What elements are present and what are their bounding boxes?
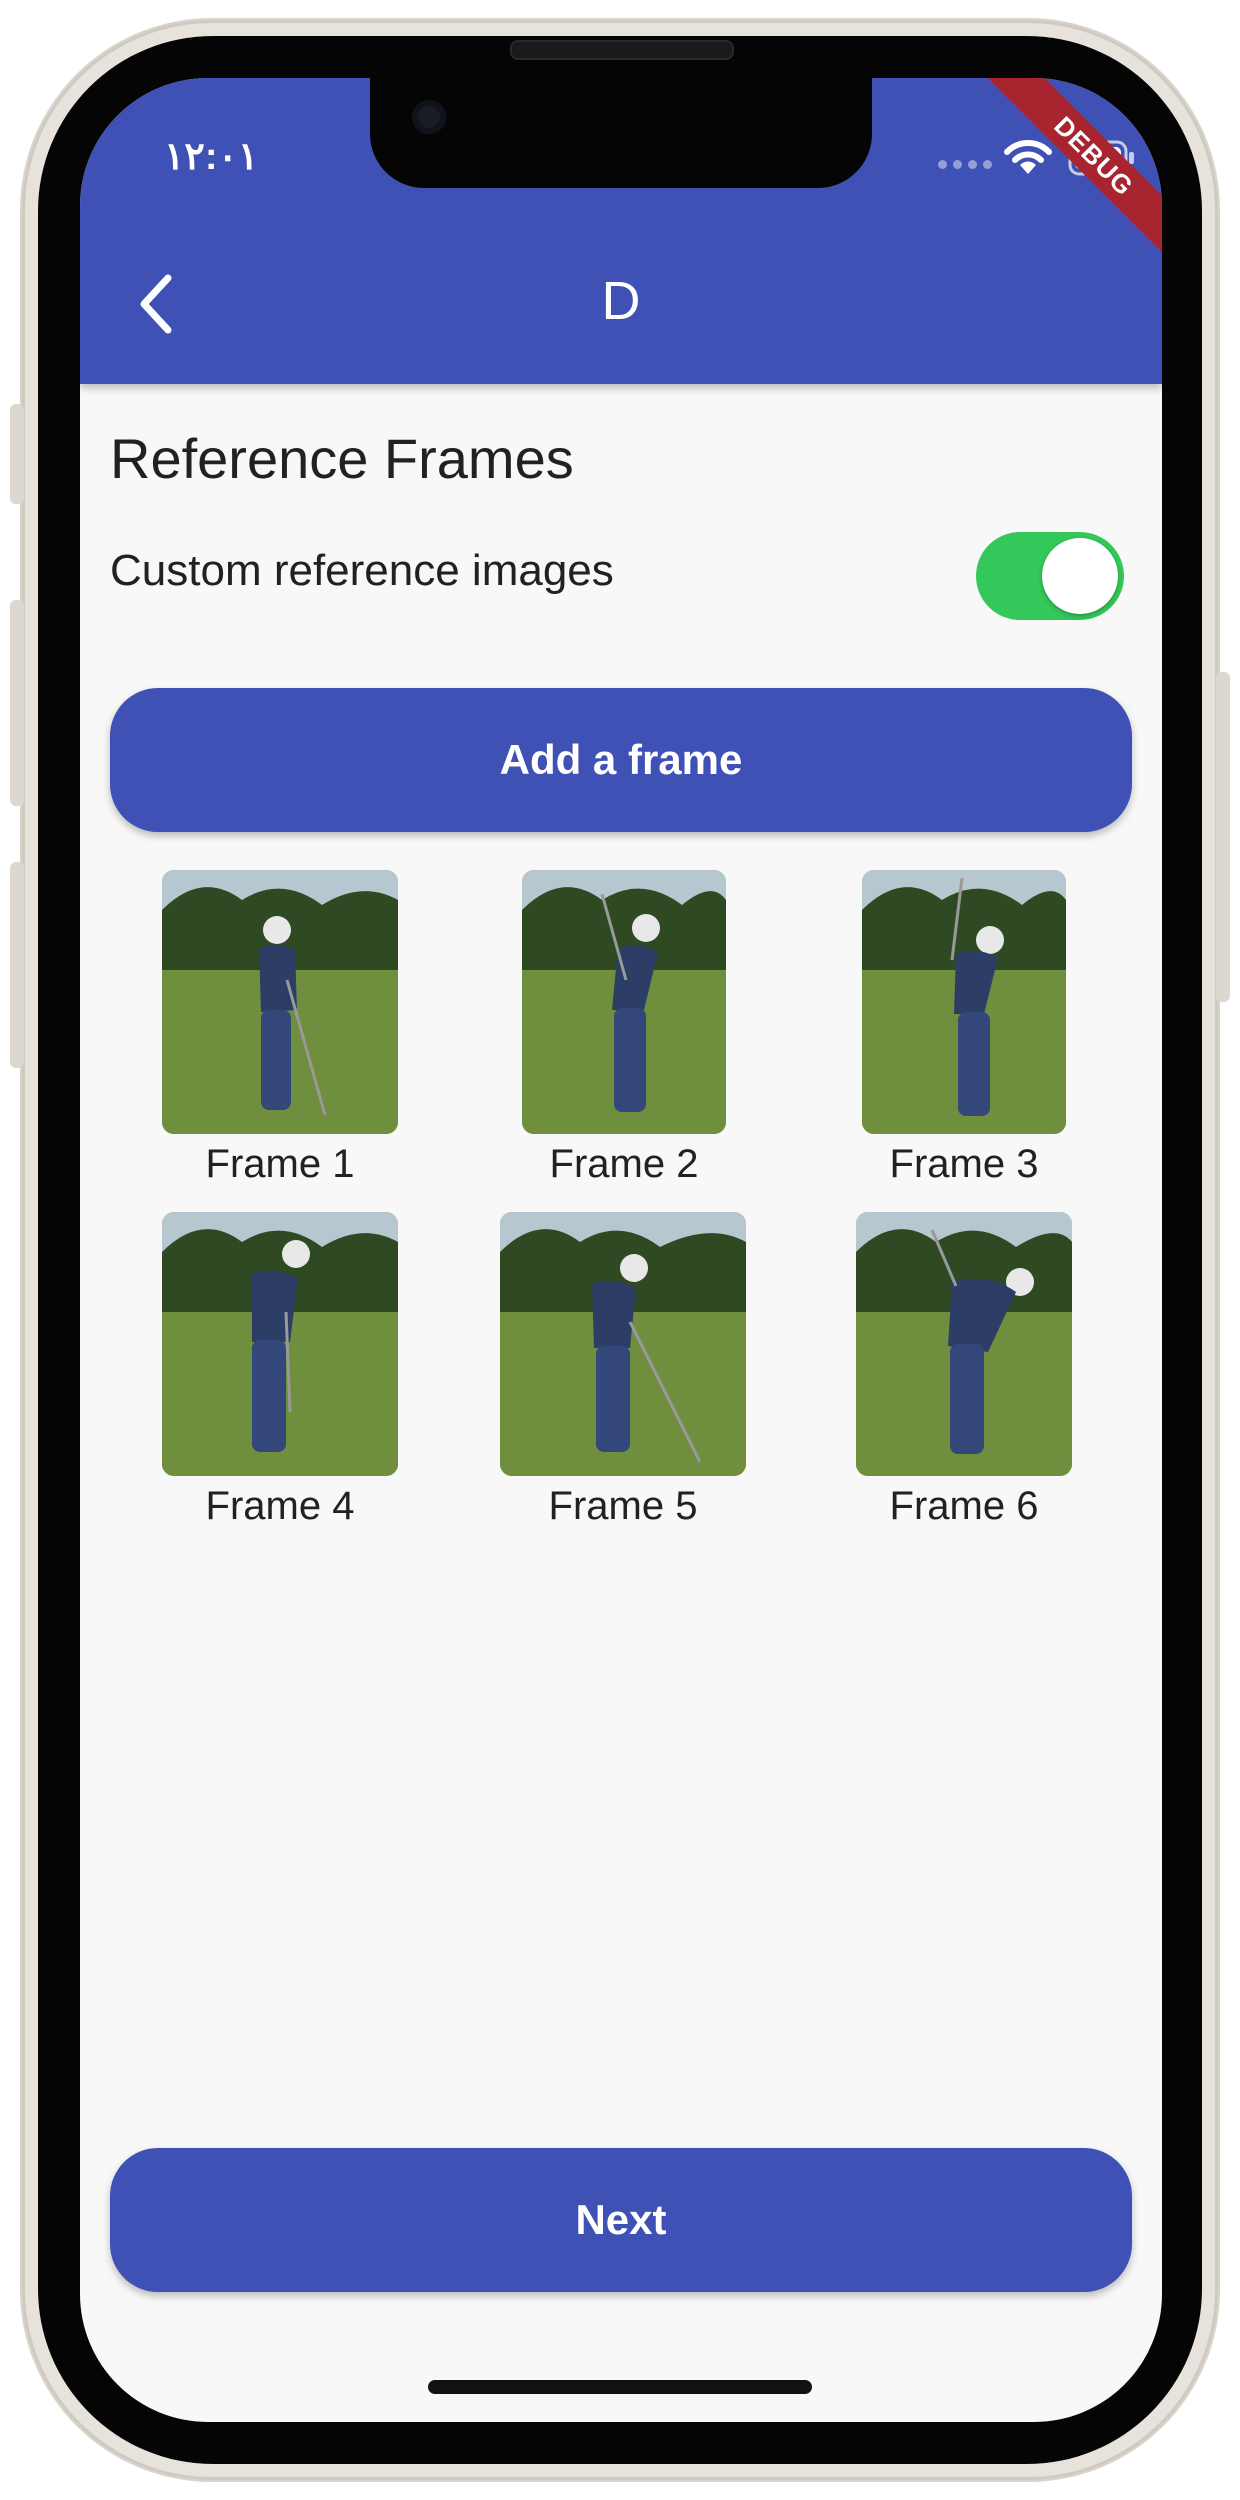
cellular-signal-icon <box>938 160 992 169</box>
earpiece-speaker <box>510 40 734 60</box>
frame-thumbnail-6[interactable]: Frame 6 <box>856 1212 1072 1529</box>
front-camera <box>412 100 446 134</box>
frame-label: Frame 6 <box>889 1484 1039 1528</box>
power-button <box>1216 672 1230 1002</box>
silent-switch <box>10 404 24 504</box>
frame-thumbnail-2[interactable]: Frame 2 <box>522 870 726 1187</box>
toggle-knob <box>1042 538 1118 614</box>
app-bar-title: D <box>601 271 641 331</box>
wifi-icon <box>1004 140 1052 174</box>
frame-label: Frame 1 <box>205 1142 355 1186</box>
frame-label: Frame 3 <box>889 1142 1039 1186</box>
frame-label: Frame 2 <box>549 1142 699 1186</box>
frame-thumbnail-3[interactable]: Frame 3 <box>862 870 1066 1187</box>
golfer-photo <box>162 870 398 1134</box>
notch <box>370 78 872 188</box>
volume-up-button <box>10 600 24 806</box>
frame-thumbnail-4[interactable]: Frame 4 <box>162 1212 398 1529</box>
frame-label: Frame 5 <box>548 1484 698 1528</box>
home-indicator[interactable] <box>428 2380 812 2394</box>
section-title: Reference Frames <box>110 427 574 490</box>
status-time: ١٢:٠١ <box>164 136 259 178</box>
frame-thumbnail-5[interactable]: Frame 5 <box>500 1212 746 1529</box>
volume-down-button <box>10 862 24 1068</box>
golfer-photo <box>500 1212 746 1476</box>
frame-label: Frame 4 <box>205 1484 355 1528</box>
custom-images-label: Custom reference images <box>110 546 614 595</box>
custom-images-toggle[interactable] <box>976 532 1124 620</box>
app-screen: ١٢:٠١ D DEBUG Reference Frames Custom re… <box>80 78 1162 2422</box>
next-button[interactable]: Next <box>110 2148 1132 2292</box>
golfer-photo <box>522 870 726 1134</box>
frame-thumbnail-1[interactable]: Frame 1 <box>162 870 398 1187</box>
golfer-photo <box>162 1212 398 1476</box>
add-frame-button[interactable]: Add a frame <box>110 688 1132 832</box>
golfer-photo <box>856 1212 1072 1476</box>
golfer-photo <box>862 870 1066 1134</box>
